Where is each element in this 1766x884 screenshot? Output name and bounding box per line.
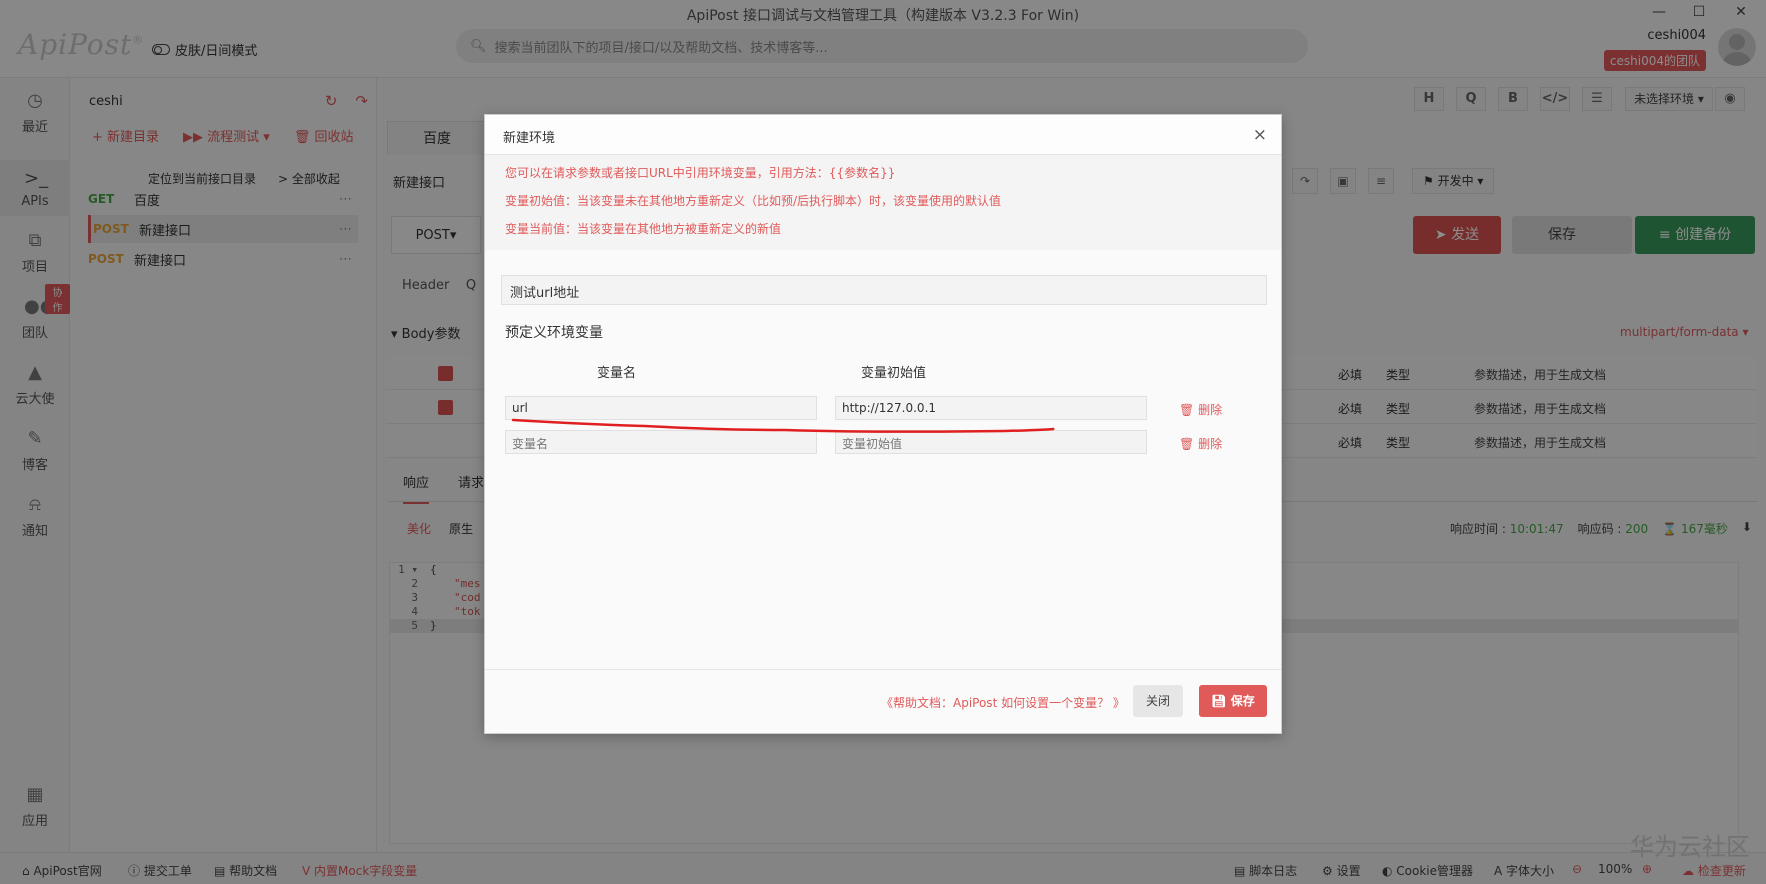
notice-text: 变量当前值：当该变量在其他地方被重新定义的新值 — [505, 222, 782, 236]
var-value-input[interactable]: 变量初始值 — [835, 430, 1147, 454]
environment-name-input[interactable]: 测试url地址 — [501, 275, 1267, 305]
help-doc-link[interactable]: 《帮助文档：ApiPost 如何设置一个变量？ 》 — [881, 694, 1125, 711]
close-button[interactable]: 关闭 — [1133, 685, 1183, 717]
var-value-input[interactable]: http://127.0.0.1 — [835, 396, 1147, 420]
close-icon[interactable]: × — [1253, 125, 1267, 145]
var-name-input[interactable]: 变量名 — [505, 430, 817, 454]
delete-button[interactable]: 🗑︎ 删除 — [1179, 401, 1222, 418]
new-environment-dialog: 新建环境 × 您可以在请求参数或者接口URL中引用环境变量，引用方法：{{参数名… — [484, 114, 1282, 734]
delete-button[interactable]: 🗑︎ 删除 — [1179, 435, 1222, 452]
notice-text: 变量初始值：当该变量未在其他地方重新定义（比如预/后执行脚本）时，该变量使用的默… — [505, 194, 1002, 208]
dialog-footer: 《帮助文档：ApiPost 如何设置一个变量？ 》 关闭 💾︎ 保存 — [485, 669, 1281, 733]
predefined-vars-title: 预定义环境变量 — [505, 325, 603, 341]
save-button[interactable]: 💾︎ 保存 — [1199, 685, 1267, 717]
col-var-name: 变量名 — [597, 366, 637, 381]
dialog-header: 新建环境 × — [485, 115, 1281, 155]
notice-box: 您可以在请求参数或者接口URL中引用环境变量，引用方法：{{参数名}} 变量初始… — [485, 155, 1281, 250]
col-var-init: 变量初始值 — [861, 366, 927, 381]
dialog-title: 新建环境 — [503, 131, 556, 146]
var-name-input[interactable]: url — [505, 396, 817, 420]
notice-text: 您可以在请求参数或者接口URL中引用环境变量，引用方法：{{参数名}} — [505, 166, 896, 180]
